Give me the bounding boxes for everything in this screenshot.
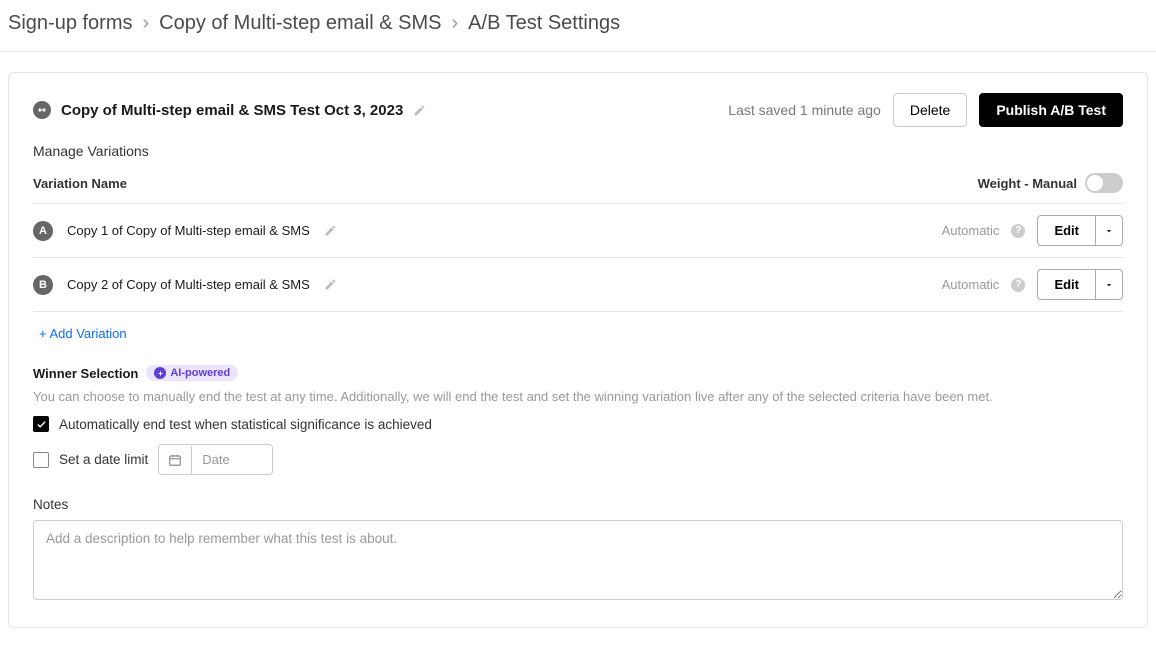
breadcrumb-item-current: A/B Test Settings: [468, 12, 620, 35]
winner-selection-title: Winner Selection: [33, 366, 138, 381]
notes-textarea[interactable]: [33, 520, 1123, 600]
winner-description: You can choose to manually end the test …: [33, 389, 1123, 404]
date-input[interactable]: [192, 445, 272, 474]
add-variation-link[interactable]: + Add Variation: [33, 312, 127, 341]
manage-variations-label: Manage Variations: [33, 143, 1123, 159]
date-limit-label: Set a date limit: [59, 452, 148, 467]
pencil-icon[interactable]: [413, 104, 426, 117]
calendar-icon[interactable]: [159, 446, 192, 474]
help-icon[interactable]: ?: [1011, 224, 1025, 238]
breadcrumb-item[interactable]: Copy of Multi-step email & SMS: [159, 12, 441, 35]
breadcrumb: Sign-up forms › Copy of Multi-step email…: [0, 0, 1156, 52]
variation-row: B Copy 2 of Copy of Multi-step email & S…: [33, 258, 1123, 312]
chevron-right-icon: ›: [143, 12, 150, 35]
pencil-icon[interactable]: [324, 278, 337, 291]
auto-end-label: Automatically end test when statistical …: [59, 417, 432, 432]
weight-mode-label: Automatic: [942, 223, 1000, 238]
notes-label: Notes: [33, 497, 1123, 512]
variation-row: A Copy 1 of Copy of Multi-step email & S…: [33, 204, 1123, 258]
test-icon: [33, 101, 51, 119]
weight-toggle[interactable]: [1085, 173, 1123, 193]
pencil-icon[interactable]: [324, 224, 337, 237]
auto-end-checkbox[interactable]: [33, 416, 49, 432]
edit-button[interactable]: Edit: [1037, 269, 1096, 300]
variation-name: Copy 2 of Copy of Multi-step email & SMS: [67, 277, 310, 292]
publish-button[interactable]: Publish A/B Test: [979, 93, 1123, 127]
edit-dropdown-button[interactable]: [1096, 269, 1123, 300]
edit-dropdown-button[interactable]: [1096, 215, 1123, 246]
variation-name: Copy 1 of Copy of Multi-step email & SMS: [67, 223, 310, 238]
chevron-right-icon: ›: [452, 12, 459, 35]
weight-mode-label: Automatic: [942, 277, 1000, 292]
last-saved-label: Last saved 1 minute ago: [728, 102, 881, 118]
variation-badge: A: [33, 221, 53, 241]
variation-name-header: Variation Name: [33, 176, 127, 191]
variation-badge: B: [33, 275, 53, 295]
sparkle-icon: [154, 367, 166, 379]
ab-test-card: Copy of Multi-step email & SMS Test Oct …: [8, 72, 1148, 628]
ai-powered-badge: AI-powered: [146, 365, 238, 381]
breadcrumb-item[interactable]: Sign-up forms: [8, 12, 133, 35]
weight-label: Weight - Manual: [978, 176, 1077, 191]
help-icon[interactable]: ?: [1011, 278, 1025, 292]
test-title: Copy of Multi-step email & SMS Test Oct …: [61, 102, 403, 119]
edit-button[interactable]: Edit: [1037, 215, 1096, 246]
delete-button[interactable]: Delete: [893, 93, 967, 127]
date-limit-checkbox[interactable]: [33, 452, 49, 468]
